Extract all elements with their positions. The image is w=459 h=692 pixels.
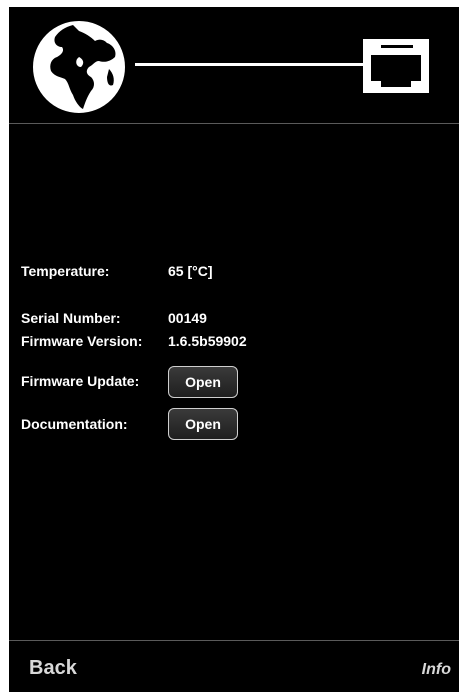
page-title-info: Info [421,661,451,678]
footer-divider [9,640,459,641]
documentation-open-button[interactable]: Open [168,408,238,440]
serial-number-value: 00149 [168,310,207,326]
documentation-label: Documentation: [21,416,128,432]
firmware-version-value: 1.6.5b59902 [168,333,247,349]
serial-number-label: Serial Number: [21,310,121,326]
ethernet-port-icon [363,39,429,93]
temperature-label: Temperature: [21,263,110,279]
temperature-value: 65 [°C] [168,263,213,279]
connection-status-header [9,7,459,123]
firmware-update-open-button[interactable]: Open [168,366,238,398]
back-button[interactable]: Back [29,657,77,680]
header-divider [9,123,459,124]
firmware-update-label: Firmware Update: [21,373,140,389]
connection-line [135,63,363,66]
globe-icon [31,19,127,115]
firmware-version-label: Firmware Version: [21,333,143,349]
device-info-screen: Temperature: 65 [°C] Serial Number: 0014… [9,7,459,692]
